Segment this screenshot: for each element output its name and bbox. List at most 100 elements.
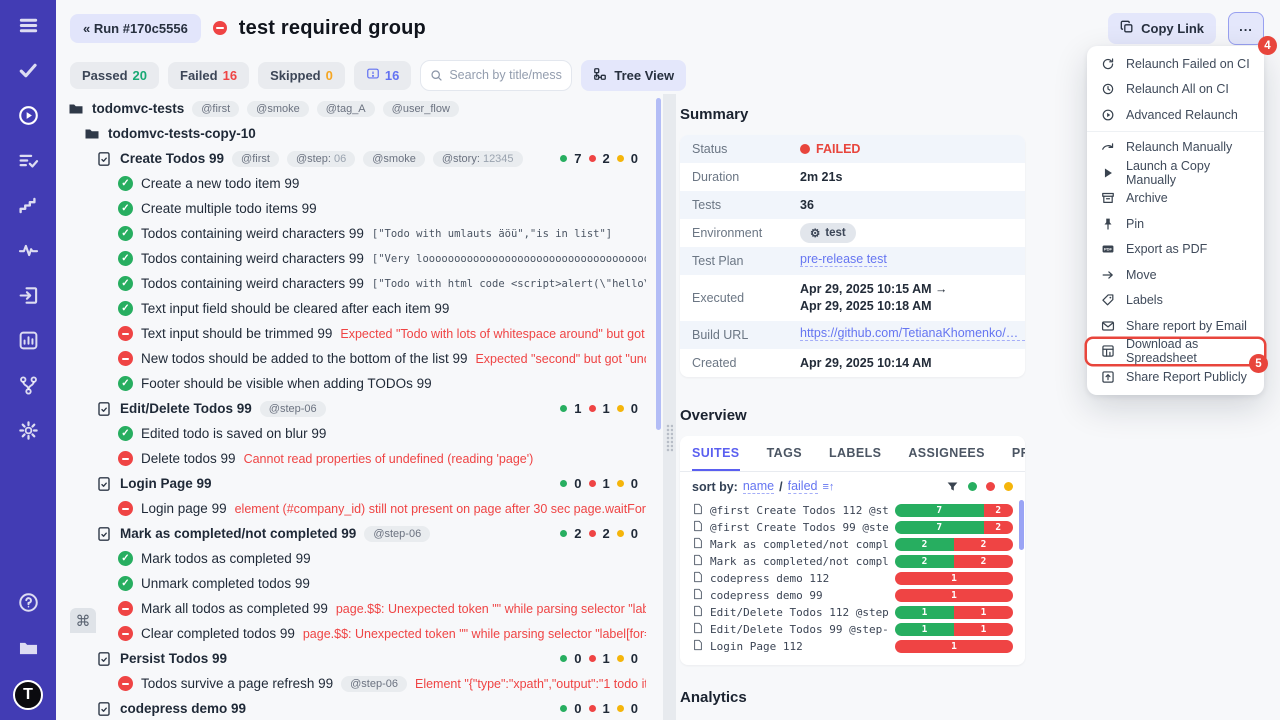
filter-failed[interactable]: Failed16 <box>168 62 249 89</box>
menu-item-export-as-pdf[interactable]: PDFExport as PDF <box>1087 237 1264 263</box>
menu-item-relaunch-manually[interactable]: Relaunch Manually <box>1087 135 1264 161</box>
tree-row-suite[interactable]: codepress demo 99010 <box>56 696 656 720</box>
tree-row-suite[interactable]: Create Todos 99@first@step: 06@smoke@sto… <box>56 146 656 171</box>
filter-passed[interactable]: Passed20 <box>70 62 159 89</box>
overview-scrollbar[interactable] <box>1019 500 1024 550</box>
tag-pill[interactable]: @step-06 <box>260 401 326 417</box>
sidebar-check-icon[interactable] <box>16 58 40 82</box>
tree-row-suite[interactable]: Persist Todos 99010 <box>56 646 656 671</box>
tree-row-suite[interactable]: Mark as completed/not completed 99@step-… <box>56 521 656 546</box>
overview-suite-name: @first Create Todos 99 @step… <box>710 521 889 534</box>
tag-pill[interactable]: @step-06 <box>341 676 407 692</box>
filter-comments[interactable]: 16 <box>354 61 411 90</box>
sidebar-projects-icon[interactable] <box>16 635 40 659</box>
menu-item-launch-a-copy-manually[interactable]: Launch a Copy Manually <box>1087 160 1264 186</box>
tab-suites[interactable]: SUITES <box>692 446 740 471</box>
tag-pill[interactable]: @step: 06 <box>287 151 355 167</box>
copy-link-button[interactable]: Copy Link <box>1108 13 1216 44</box>
sidebar-settings-icon[interactable] <box>16 418 40 442</box>
sort-by-failed-link[interactable]: failed <box>788 479 818 494</box>
search-input[interactable] <box>449 68 562 82</box>
tree-row-fail[interactable]: Clear completed todos 99page.$$: Unexpec… <box>56 621 656 646</box>
sort-by-name-link[interactable]: name <box>743 479 774 494</box>
tree-row-pass[interactable]: ✓Footer should be visible when adding TO… <box>56 371 656 396</box>
overview-suite-row[interactable]: Edit/Delete Todos 112 @step-…11 <box>692 604 1013 621</box>
tree-row-fail[interactable]: New todos should be added to the bottom … <box>56 346 656 371</box>
tree-row-fail[interactable]: Delete todos 99Cannot read properties of… <box>56 446 656 471</box>
tab-priority[interactable]: PRIORITY <box>1012 446 1025 471</box>
filter-skipped[interactable]: Skipped0 <box>258 62 345 89</box>
tree-row-pass[interactable]: ✓Create a new todo item 99 <box>56 171 656 196</box>
tree-row-pass[interactable]: ✓Todos containing weird characters 99["T… <box>56 221 656 246</box>
tree-row-pass[interactable]: ✓Edited todo is saved on blur 99 <box>56 421 656 446</box>
toggle-skipped-dot[interactable] <box>1004 482 1013 491</box>
tab-labels[interactable]: LABELS <box>829 446 881 471</box>
menu-item-pin[interactable]: Pin <box>1087 211 1264 237</box>
tree-row-suite[interactable]: Edit/Delete Todos 99@step-06110 <box>56 396 656 421</box>
sidebar-analytics-icon[interactable] <box>16 328 40 352</box>
toggle-failed-dot[interactable] <box>986 482 995 491</box>
sidebar-branches-icon[interactable] <box>16 373 40 397</box>
tree-row-fail[interactable]: Text input should be trimmed 99Expected … <box>56 321 656 346</box>
menu-item-share-report-by-email[interactable]: Share report by Email <box>1087 313 1264 339</box>
tree-row-pass[interactable]: ✓Todos containing weird characters 99["V… <box>56 246 656 271</box>
menu-item-move[interactable]: Move <box>1087 262 1264 288</box>
sidebar-runs-icon[interactable] <box>16 103 40 127</box>
menu-item-archive[interactable]: Archive <box>1087 186 1264 212</box>
sort-direction-icon[interactable]: ≡↑ <box>823 481 835 493</box>
overview-suite-row[interactable]: @first Create Todos 99 @step…72 <box>692 519 1013 536</box>
sidebar-test-cases-icon[interactable] <box>16 148 40 172</box>
tree-row-folder[interactable]: todomvc-tests-copy-10 <box>56 121 656 146</box>
tag-pill[interactable]: @tag_A <box>317 101 375 117</box>
tag-pill[interactable]: @story: 12345 <box>433 151 523 167</box>
tab-tags[interactable]: TAGS <box>767 446 802 471</box>
tree-row-pass[interactable]: ✓Create multiple todo items 99 <box>56 196 656 221</box>
overview-suite-row[interactable]: codepress demo 1121 <box>692 570 1013 587</box>
tag-pill[interactable]: @step-06 <box>364 526 430 542</box>
sidebar-import-icon[interactable] <box>16 283 40 307</box>
tag-pill[interactable]: @smoke <box>247 101 309 117</box>
sidebar-help-icon[interactable] <box>16 590 40 614</box>
menu-item-download-as-spreadsheet[interactable]: Download as Spreadsheet5 <box>1087 339 1264 365</box>
sort-row: sort by: name / failed ≡↑ <box>680 472 1025 498</box>
tree-row-fail[interactable]: Login page 99element (#company_id) still… <box>56 496 656 521</box>
tag-pill[interactable]: @first <box>232 151 279 167</box>
overview-suite-row[interactable]: Login Page 1121 <box>692 638 1013 655</box>
tree-row-pass[interactable]: ✓Todos containing weird characters 99["T… <box>56 271 656 296</box>
toggle-passed-dot[interactable] <box>968 482 977 491</box>
tree-row-suite[interactable]: Login Page 99010 <box>56 471 656 496</box>
panel-resize-handle[interactable] <box>666 424 673 452</box>
sidebar-steps-icon[interactable] <box>16 193 40 217</box>
filter-funnel-icon[interactable] <box>946 480 959 493</box>
doc-icon <box>692 536 704 554</box>
overview-suite-row[interactable]: Mark as completed/not comple…22 <box>692 536 1013 553</box>
summary-value[interactable]: pre-release test <box>800 252 887 270</box>
overview-suite-row[interactable]: Mark as completed/not comple…22 <box>692 553 1013 570</box>
menu-item-advanced-relaunch[interactable]: Advanced Relaunch <box>1087 102 1264 128</box>
sidebar-menu-icon[interactable] <box>16 13 40 37</box>
overview-suite-row[interactable]: codepress demo 991 <box>692 587 1013 604</box>
tree-row-folder[interactable]: todomvc-tests@first@smoke@tag_A@user_flo… <box>56 96 656 121</box>
tag-pill[interactable]: @smoke <box>363 151 425 167</box>
sidebar-pulse-icon[interactable] <box>16 238 40 262</box>
tree-row-fail[interactable]: Todos survive a page refresh 99@step-06E… <box>56 671 656 696</box>
tag-pill[interactable]: @first <box>192 101 239 117</box>
menu-item-share-report-publicly[interactable]: Share Report Publicly <box>1087 364 1264 390</box>
tree-row-pass[interactable]: ✓Mark todos as completed 99 <box>56 546 656 571</box>
run-back-button[interactable]: « Run #170c5556 <box>70 14 201 43</box>
tag-pill[interactable]: @user_flow <box>383 101 459 117</box>
overview-suite-row[interactable]: Edit/Delete Todos 99 @step-0611 <box>692 621 1013 638</box>
menu-item-relaunch-all-on-ci[interactable]: Relaunch All on CI <box>1087 77 1264 103</box>
tab-assignees[interactable]: ASSIGNEES <box>908 446 985 471</box>
tree-row-fail[interactable]: Mark all todos as completed 99page.$$: U… <box>56 596 656 621</box>
tree-row-pass[interactable]: ✓Unmark completed todos 99 <box>56 571 656 596</box>
app-logo[interactable]: T <box>13 680 43 710</box>
tree-view-button[interactable]: Tree View <box>581 60 686 91</box>
menu-item-relaunch-failed-on-ci[interactable]: Relaunch Failed on CI <box>1087 51 1264 77</box>
summary-value[interactable]: https://github.com/TetianaKhomenko/Load-… <box>800 326 1025 344</box>
overview-suite-row[interactable]: @first Create Todos 112 @ste…72 <box>692 502 1013 519</box>
tree-row-pass[interactable]: ✓Text input field should be cleared afte… <box>56 296 656 321</box>
test-title: Edited todo is saved on blur 99 <box>141 426 326 441</box>
tree-scrollbar[interactable] <box>656 98 661 430</box>
menu-item-labels[interactable]: Labels <box>1087 288 1264 314</box>
